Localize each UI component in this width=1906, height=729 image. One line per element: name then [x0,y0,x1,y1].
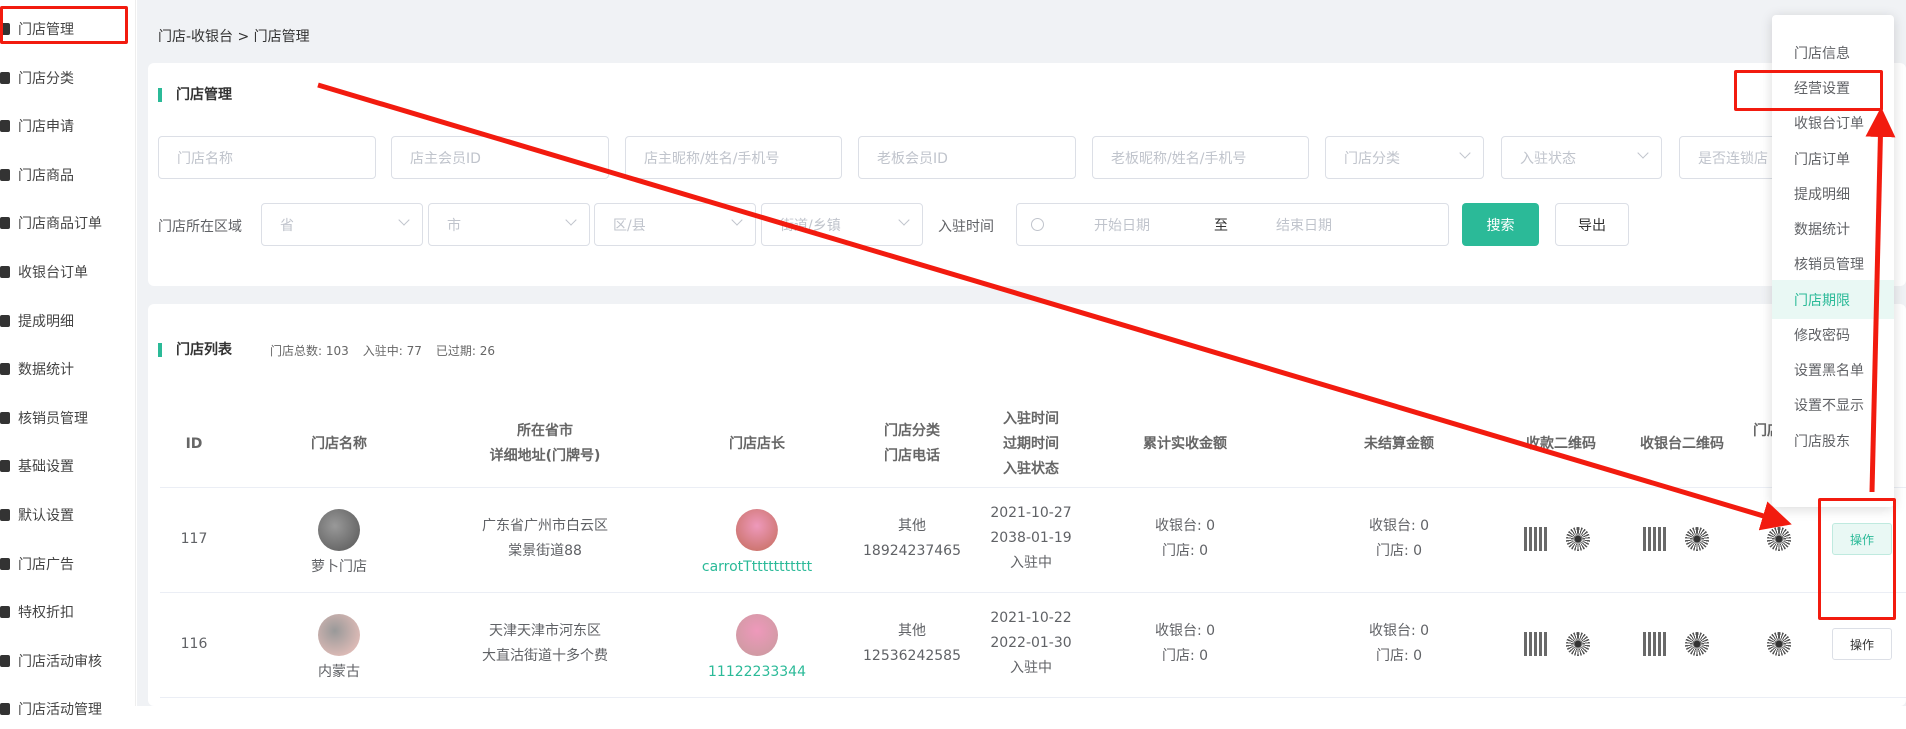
annotation-arrows [317,82,1896,531]
arrow-to-menu [1865,107,1896,493]
arrow-to-op [317,82,1792,531]
